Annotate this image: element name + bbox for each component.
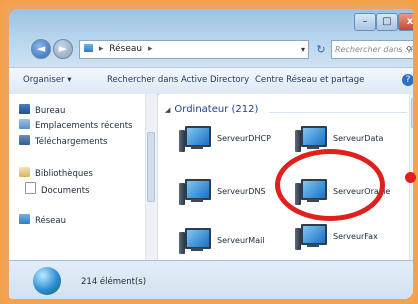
sidebar-item-documents[interactable]: Documents: [25, 182, 89, 196]
details-pane: 214 élément(s): [9, 260, 413, 299]
sidebar-scroll-thumb[interactable]: [147, 132, 155, 202]
sidebar-item-emplacements-recents[interactable]: Emplacements récents: [19, 119, 132, 133]
computer-name: ServeurDNS: [217, 187, 266, 196]
organize-button[interactable]: Organiser ▾: [23, 68, 72, 92]
collapse-icon[interactable]: ◢: [165, 106, 170, 114]
sidebar-item-telechargements[interactable]: Téléchargements: [19, 135, 107, 149]
sidebar-scrollbar[interactable]: [145, 94, 157, 260]
computer-name: ServeurFax: [333, 232, 378, 241]
network-icon: [84, 44, 93, 52]
computer-icon: [179, 224, 211, 258]
highlight-circle: [275, 149, 385, 221]
computer-icon: [179, 175, 211, 209]
item-count: 214 élément(s): [81, 277, 147, 287]
navigation-pane: Bureau Emplacements récents Téléchargeme…: [9, 94, 158, 260]
computer-icon: [295, 220, 327, 254]
breadcrumb-separator: ▸: [148, 44, 153, 54]
desktop-icon: [19, 104, 30, 114]
recent-places-icon: [19, 119, 30, 129]
address-bar[interactable]: ▸ Réseau ▸ ▾: [79, 40, 309, 59]
computer-icon: [179, 122, 211, 156]
computer-item-serveurmail[interactable]: ServeurMail: [179, 224, 304, 264]
network-icon: [19, 214, 30, 224]
network-globe-icon: [33, 267, 61, 295]
forward-button[interactable]: ►: [53, 39, 73, 59]
title-bar: – □ x ◄ ► ▸ Réseau ▸ ▾ ↻ Rechercher dans…: [9, 9, 413, 67]
computer-name: ServeurDHCP: [217, 134, 271, 143]
group-header[interactable]: ◢ Ordinateur (212): [165, 104, 258, 115]
documents-icon: [25, 182, 36, 194]
close-button[interactable]: x: [398, 13, 413, 31]
computer-item-serveurdhcp[interactable]: ServeurDHCP: [179, 122, 304, 162]
screenshot-frame: – □ x ◄ ► ▸ Réseau ▸ ▾ ↻ Rechercher dans…: [0, 0, 418, 304]
libraries-icon: [19, 167, 30, 177]
maximize-button[interactable]: □: [376, 13, 398, 31]
computer-item-serveurfax[interactable]: ServeurFax: [295, 220, 413, 260]
computer-name: ServeurData: [333, 134, 384, 143]
refresh-icon[interactable]: ↻: [314, 40, 328, 59]
back-button[interactable]: ◄: [31, 39, 51, 59]
content-scroll-thumb[interactable]: [411, 98, 413, 128]
sidebar-item-bibliotheques[interactable]: Bibliothèques: [19, 167, 93, 181]
sidebar-item-reseau[interactable]: Réseau: [19, 214, 66, 228]
breadcrumb-separator: ▸: [98, 44, 104, 54]
computer-name: ServeurMail: [217, 236, 265, 245]
minimize-button[interactable]: –: [354, 13, 376, 31]
downloads-icon: [19, 135, 30, 145]
search-input[interactable]: Rechercher dans : Réseau ⚲: [331, 40, 413, 59]
address-dropdown-icon[interactable]: ▾: [301, 41, 305, 58]
breadcrumb-reseau[interactable]: Réseau: [109, 44, 142, 54]
sidebar-item-bureau[interactable]: Bureau: [19, 104, 65, 118]
search-active-directory-button[interactable]: Rechercher dans Active Directory: [107, 68, 249, 92]
group-divider: [269, 112, 407, 113]
highlight-pointer-dot: [405, 172, 416, 183]
search-icon[interactable]: ⚲: [406, 41, 412, 58]
command-bar: Organiser ▾ Rechercher dans Active Direc…: [9, 67, 413, 95]
search-placeholder: Rechercher dans : Réseau: [335, 45, 413, 54]
help-icon[interactable]: ?: [402, 74, 413, 86]
network-sharing-center-button[interactable]: Centre Réseau et partage: [255, 68, 364, 92]
